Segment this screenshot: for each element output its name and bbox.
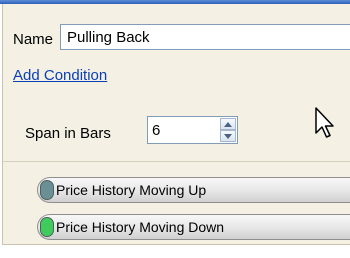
- condition-status-indicator: [40, 217, 54, 237]
- span-in-bars-label: Span in Bars: [25, 125, 111, 142]
- add-condition-link[interactable]: Add Condition: [13, 67, 107, 84]
- span-in-bars-input[interactable]: [148, 117, 208, 143]
- spin-up-button[interactable]: [220, 118, 236, 130]
- condition-label: Price History Moving Down: [56, 219, 225, 235]
- spin-up-arrow-icon: [224, 121, 232, 127]
- condition-item-price-history-moving-up[interactable]: Price History Moving Up: [37, 177, 350, 203]
- section-divider: [3, 161, 350, 162]
- name-label: Name: [13, 31, 54, 48]
- spin-down-arrow-icon: [224, 133, 232, 139]
- name-input[interactable]: [60, 24, 350, 50]
- condition-editor-panel: Name Add Condition Span in Bars Price Hi…: [2, 4, 350, 245]
- condition-item-price-history-moving-down[interactable]: Price History Moving Down: [37, 214, 350, 240]
- condition-status-indicator: [40, 180, 54, 200]
- spin-down-button[interactable]: [220, 130, 236, 142]
- mouse-pointer-icon: [315, 107, 334, 138]
- condition-label: Price History Moving Up: [56, 182, 207, 198]
- span-in-bars-spinner[interactable]: [147, 116, 238, 144]
